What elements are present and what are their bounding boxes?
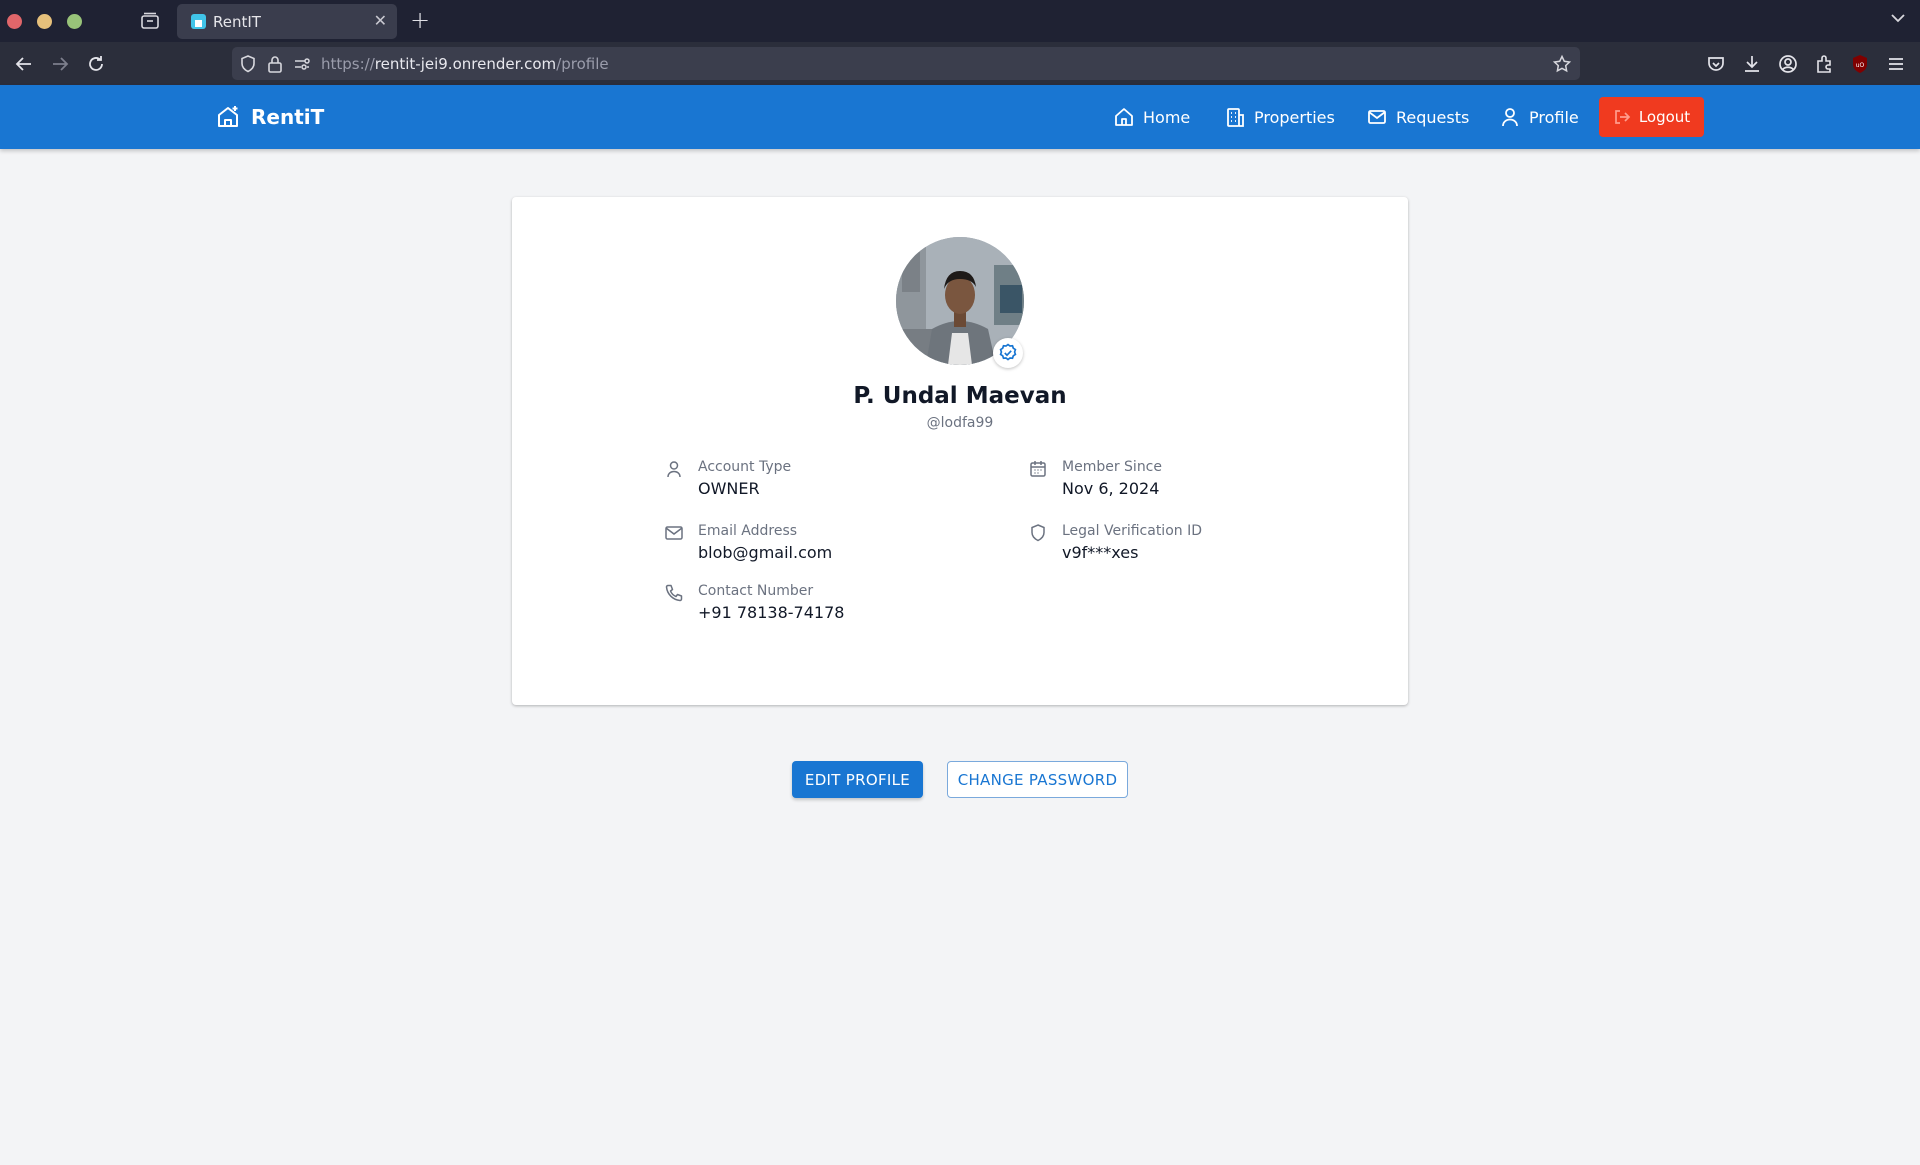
forward-arrow-icon[interactable] bbox=[49, 53, 71, 75]
svg-text:uO: uO bbox=[1856, 62, 1865, 69]
nav-home-label: Home bbox=[1143, 107, 1191, 127]
nav-properties-label: Properties bbox=[1254, 107, 1335, 127]
info-contact: Contact Number +91 78138-74178 bbox=[664, 583, 984, 627]
email-value: blob@gmail.com bbox=[698, 543, 833, 562]
reload-icon[interactable] bbox=[85, 53, 107, 75]
ublock-origin-icon[interactable]: uO bbox=[1849, 53, 1871, 75]
info-email: Email Address blob@gmail.com bbox=[664, 523, 984, 567]
extensions-icon[interactable] bbox=[1813, 53, 1835, 75]
site-permissions-icon[interactable] bbox=[292, 54, 312, 74]
url-host: rentit-jei9.onrender.com bbox=[374, 55, 557, 73]
nav-requests-label: Requests bbox=[1396, 107, 1470, 127]
back-arrow-icon[interactable] bbox=[13, 53, 35, 75]
building-icon bbox=[1227, 108, 1244, 127]
change-password-button[interactable]: CHANGE PASSWORD bbox=[947, 761, 1128, 798]
tab-overview-icon[interactable] bbox=[140, 12, 160, 30]
legal-id-value: v9f***xes bbox=[1062, 543, 1139, 562]
profile-name: P. Undal Maevan bbox=[853, 383, 1067, 409]
phone-icon bbox=[665, 584, 683, 602]
edit-profile-button[interactable]: EDIT PROFILE bbox=[792, 761, 923, 798]
verified-check-icon bbox=[999, 343, 1017, 361]
browser-tab-bar: RentIT ✕ + bbox=[0, 0, 1920, 42]
nav-properties[interactable]: Properties bbox=[1224, 103, 1335, 131]
user-icon bbox=[1502, 108, 1518, 127]
email-label: Email Address bbox=[698, 523, 798, 539]
nav-profile[interactable]: Profile bbox=[1499, 103, 1579, 131]
info-member-since: Member Since Nov 6, 2024 bbox=[1028, 459, 1348, 503]
browser-tab-active[interactable]: RentIT ✕ bbox=[177, 4, 397, 39]
brand-name: RentiT bbox=[251, 105, 325, 129]
home-icon bbox=[1115, 108, 1133, 126]
lock-icon[interactable] bbox=[265, 54, 285, 74]
mail-icon bbox=[665, 526, 683, 540]
nav-home[interactable]: Home bbox=[1113, 103, 1190, 131]
chevron-down-icon[interactable] bbox=[1890, 10, 1906, 26]
member-since-value: Nov 6, 2024 bbox=[1062, 479, 1160, 498]
contact-label: Contact Number bbox=[698, 583, 814, 599]
logout-icon bbox=[1614, 110, 1631, 124]
shield-icon[interactable] bbox=[238, 54, 258, 74]
app-header: RentiT Home Properties Requests Profile … bbox=[0, 85, 1920, 149]
info-legal-id: Legal Verification ID v9f***xes bbox=[1028, 523, 1348, 567]
maximize-window-button[interactable] bbox=[67, 14, 82, 29]
contact-value: +91 78138-74178 bbox=[698, 603, 845, 622]
minimize-window-button[interactable] bbox=[37, 14, 52, 29]
url-path: /profile bbox=[556, 55, 609, 73]
verified-badge bbox=[993, 338, 1023, 368]
account-icon[interactable] bbox=[1777, 53, 1799, 75]
house-plus-icon bbox=[218, 106, 238, 127]
rentit-favicon-icon bbox=[191, 14, 206, 29]
brand-logo[interactable]: RentiT bbox=[215, 102, 324, 132]
url-prefix: https:// bbox=[321, 55, 375, 73]
tab-close-icon[interactable]: ✕ bbox=[374, 11, 387, 30]
pocket-icon[interactable] bbox=[1705, 53, 1727, 75]
calendar-icon bbox=[1030, 461, 1046, 477]
close-window-button[interactable] bbox=[7, 14, 22, 29]
member-since-label: Member Since bbox=[1062, 459, 1162, 475]
nav-profile-label: Profile bbox=[1529, 107, 1579, 127]
browser-nav-bar: https://rentit-jei9.onrender.com/profile… bbox=[0, 42, 1920, 85]
mail-icon bbox=[1368, 110, 1386, 124]
url-text[interactable]: https://rentit-jei9.onrender.com/profile bbox=[321, 55, 609, 73]
new-tab-icon[interactable]: + bbox=[410, 6, 430, 34]
account-type-value: OWNER bbox=[698, 479, 760, 498]
nav-requests[interactable]: Requests bbox=[1366, 103, 1469, 131]
profile-card: P. Undal Maevan @lodfa99 Account Type OW… bbox=[512, 197, 1408, 705]
download-icon[interactable] bbox=[1741, 53, 1763, 75]
profile-username: @lodfa99 bbox=[926, 415, 994, 431]
shield-icon bbox=[1031, 524, 1045, 542]
logout-button[interactable]: Logout bbox=[1599, 97, 1704, 137]
bookmark-star-icon[interactable] bbox=[1552, 54, 1572, 74]
user-icon bbox=[667, 461, 681, 478]
url-bar[interactable]: https://rentit-jei9.onrender.com/profile bbox=[232, 47, 1580, 80]
legal-id-label: Legal Verification ID bbox=[1062, 523, 1202, 539]
logout-label: Logout bbox=[1638, 108, 1691, 126]
tab-title: RentIT bbox=[213, 13, 261, 31]
menu-hamburger-icon[interactable] bbox=[1885, 53, 1907, 75]
account-type-label: Account Type bbox=[698, 459, 792, 475]
info-account-type: Account Type OWNER bbox=[664, 459, 984, 503]
